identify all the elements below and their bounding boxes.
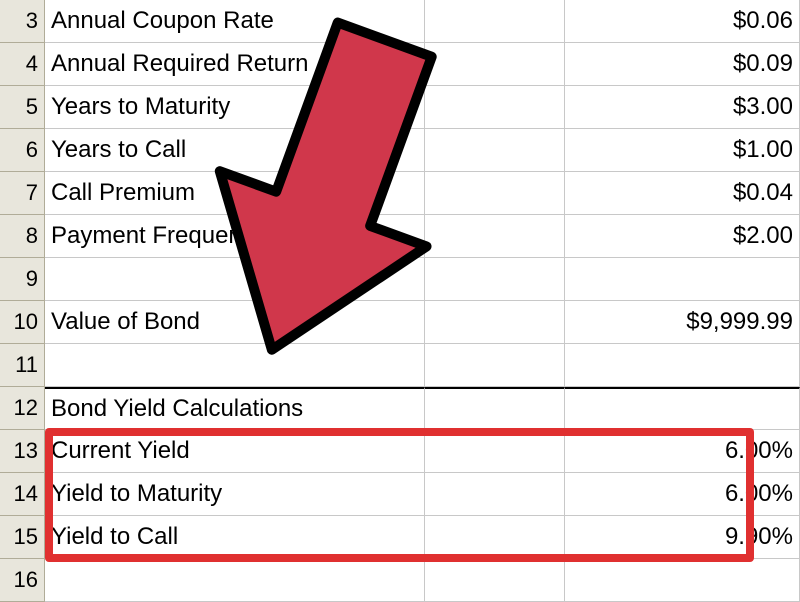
cell-empty[interactable] [425, 301, 565, 344]
cell-empty[interactable] [425, 129, 565, 172]
cell-value[interactable] [565, 258, 800, 301]
cell-value[interactable]: $1.00 [565, 129, 800, 172]
row-header[interactable]: 5 [0, 86, 45, 129]
cell-label[interactable]: Call Premium [45, 172, 425, 215]
spreadsheet-grid: 3 Annual Coupon Rate $0.06 4 Annual Requ… [0, 0, 800, 602]
cell-value[interactable]: 6.00% [565, 473, 800, 516]
cell-value[interactable]: $0.04 [565, 172, 800, 215]
row-header[interactable]: 9 [0, 258, 45, 301]
cell-empty[interactable] [425, 258, 565, 301]
section-header[interactable]: Bond Yield Calculations [45, 387, 425, 430]
cell-empty[interactable] [425, 86, 565, 129]
cell-value[interactable] [565, 344, 800, 387]
cell-empty[interactable] [425, 430, 565, 473]
cell-label[interactable] [45, 559, 425, 602]
cell-label[interactable]: Current Yield [45, 430, 425, 473]
cell-value[interactable]: $3.00 [565, 86, 800, 129]
cell-empty[interactable] [425, 172, 565, 215]
cell-empty[interactable] [425, 344, 565, 387]
cell-empty[interactable] [425, 0, 565, 43]
cell-value[interactable]: $9,999.99 [565, 301, 800, 344]
row-header[interactable]: 4 [0, 43, 45, 86]
row-header[interactable]: 13 [0, 430, 45, 473]
cell-empty[interactable] [425, 559, 565, 602]
cell-label[interactable]: Annual Required Return [45, 43, 425, 86]
cell-label[interactable]: Annual Coupon Rate [45, 0, 425, 43]
cell-label[interactable] [45, 344, 425, 387]
cell-label[interactable]: Years to Maturity [45, 86, 425, 129]
row-header[interactable]: 11 [0, 344, 45, 387]
cell-empty[interactable] [425, 387, 565, 430]
cell-value[interactable]: 9.90% [565, 516, 800, 559]
row-header[interactable]: 7 [0, 172, 45, 215]
cell-label[interactable]: Yield to Call [45, 516, 425, 559]
row-header[interactable]: 6 [0, 129, 45, 172]
row-header[interactable]: 3 [0, 0, 45, 43]
row-header[interactable]: 14 [0, 473, 45, 516]
cell-value[interactable] [565, 387, 800, 430]
cell-label[interactable]: Yield to Maturity [45, 473, 425, 516]
row-header[interactable]: 10 [0, 301, 45, 344]
cell-label[interactable]: Value of Bond [45, 301, 425, 344]
cell-empty[interactable] [425, 516, 565, 559]
cell-value[interactable]: $2.00 [565, 215, 800, 258]
row-header[interactable]: 8 [0, 215, 45, 258]
cell-label[interactable]: Payment Frequency [45, 215, 425, 258]
cell-value[interactable] [565, 559, 800, 602]
row-header[interactable]: 12 [0, 387, 45, 430]
cell-empty[interactable] [425, 473, 565, 516]
cell-label[interactable] [45, 258, 425, 301]
cell-value[interactable]: $0.06 [565, 0, 800, 43]
cell-value[interactable]: 6.00% [565, 430, 800, 473]
cell-label[interactable]: Years to Call [45, 129, 425, 172]
cell-value[interactable]: $0.09 [565, 43, 800, 86]
cell-empty[interactable] [425, 215, 565, 258]
cell-empty[interactable] [425, 43, 565, 86]
row-header[interactable]: 16 [0, 559, 45, 602]
row-header[interactable]: 15 [0, 516, 45, 559]
